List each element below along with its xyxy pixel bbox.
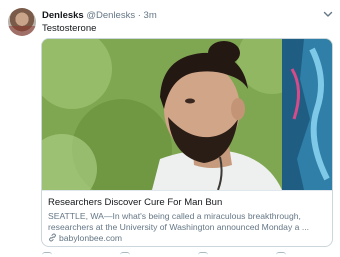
- link-icon: [49, 233, 56, 242]
- reply-icon[interactable]: [42, 252, 52, 257]
- card-body[interactable]: Researchers Discover Cure For Man Bun SE…: [42, 190, 332, 246]
- card-photo: [42, 39, 332, 190]
- card-domain-text: babylonbee.com: [59, 233, 123, 243]
- tweet-actions: [42, 252, 332, 257]
- tweet[interactable]: Denlesks @Denlesks · 3m Testosterone Res…: [0, 0, 340, 257]
- avatar[interactable]: [8, 8, 36, 36]
- separator-dot: ·: [137, 10, 141, 21]
- link-card[interactable]: Researchers Discover Cure For Man Bun SE…: [41, 38, 333, 247]
- tweet-header: Denlesks @Denlesks · 3m: [42, 9, 157, 23]
- card-image[interactable]: [42, 39, 332, 190]
- like-icon[interactable]: [198, 252, 208, 257]
- card-description: SEATTLE, WA—In what's being called a mir…: [48, 211, 309, 232]
- tweet-text: Testosterone: [42, 23, 97, 34]
- card-title[interactable]: Researchers Discover Cure For Man Bun: [48, 197, 222, 209]
- retweet-icon[interactable]: [120, 252, 130, 257]
- timestamp[interactable]: 3m: [144, 10, 157, 21]
- user-handle[interactable]: @Denlesks: [86, 10, 135, 21]
- display-name[interactable]: Denlesks: [42, 10, 84, 21]
- avatar-detail: [8, 26, 36, 36]
- share-icon[interactable]: [276, 252, 286, 257]
- chevron-down-icon[interactable]: [322, 8, 334, 20]
- card-domain[interactable]: babylonbee.com: [48, 233, 122, 244]
